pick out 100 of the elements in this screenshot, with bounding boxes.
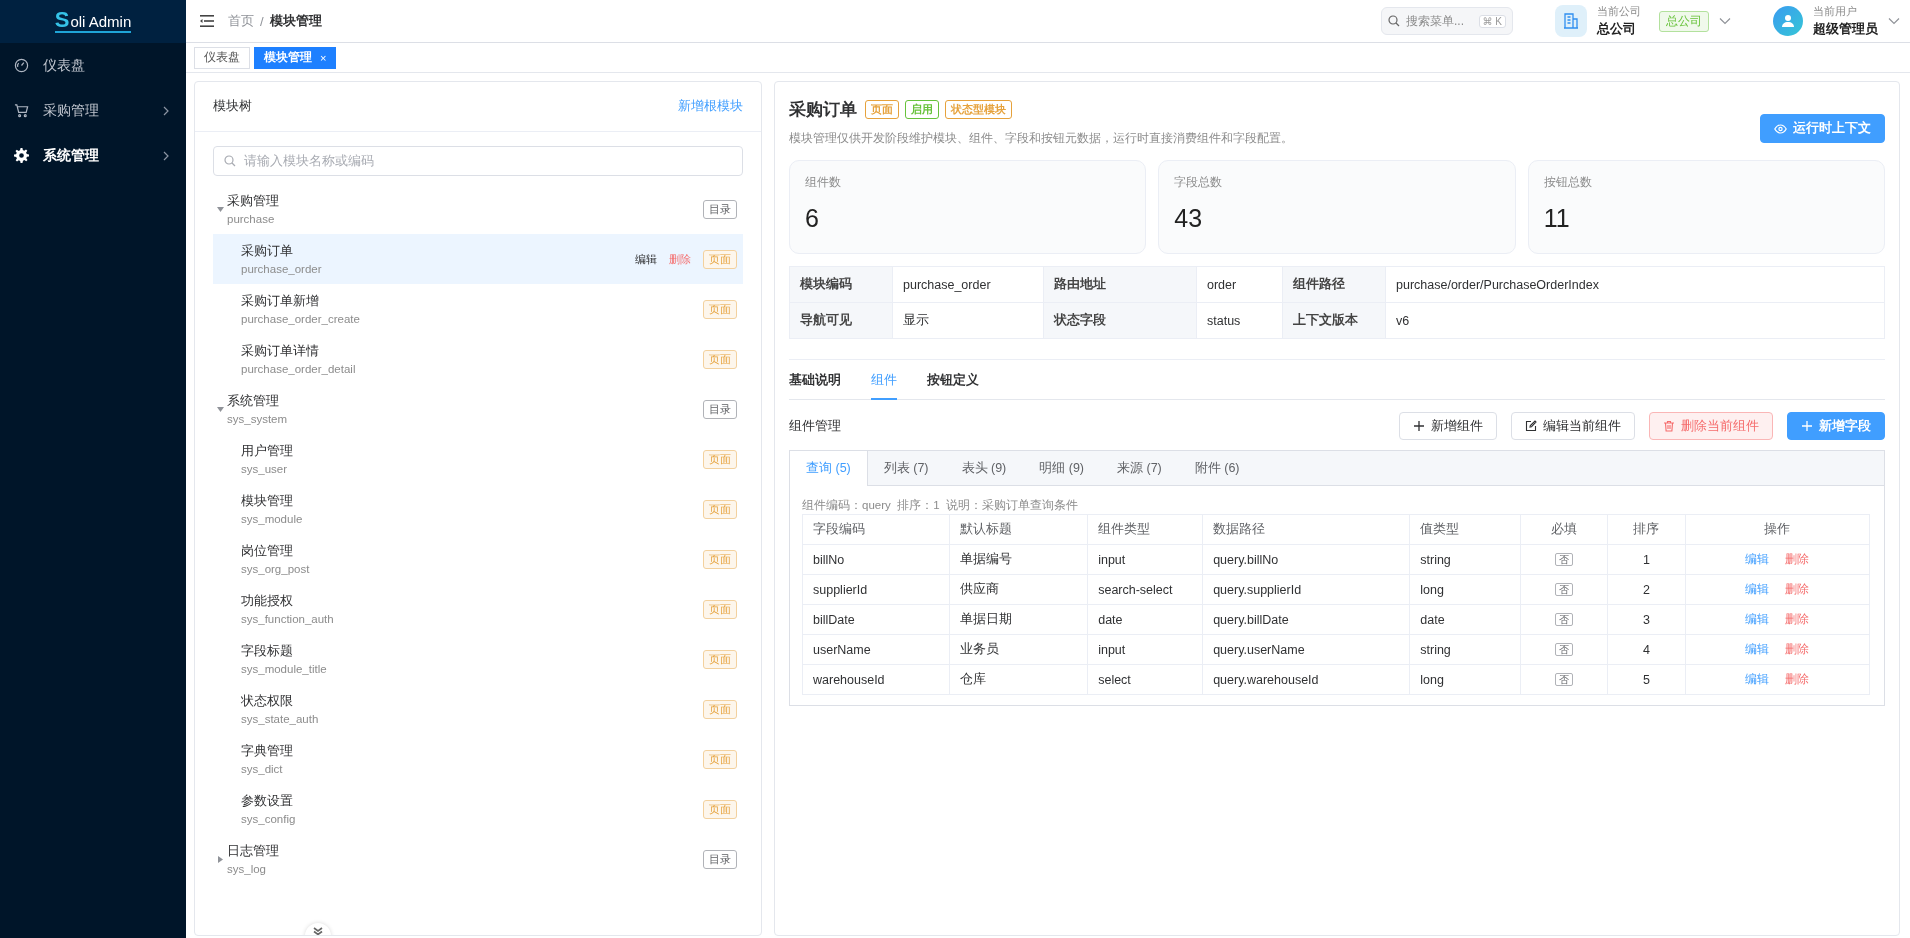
node-name: 采购管理 bbox=[227, 193, 280, 210]
column-header: 数据路径 bbox=[1202, 514, 1410, 545]
company-tag: 总公司 bbox=[1659, 10, 1709, 32]
node-code: sys_config bbox=[241, 813, 297, 825]
tree-action-link[interactable]: 编辑 bbox=[635, 251, 657, 267]
column-header: 默认标题 bbox=[949, 514, 1088, 545]
required-tag: 否 bbox=[1554, 673, 1573, 686]
table-cell: 1 bbox=[1607, 544, 1686, 575]
table-cell: supplierId bbox=[802, 574, 950, 605]
info-value: 显示 bbox=[892, 302, 1044, 339]
node-type-tag: 页面 bbox=[703, 449, 737, 469]
tree-node[interactable]: 日志管理 sys_log 目录 bbox=[213, 834, 743, 884]
node-name: 采购订单 bbox=[241, 243, 294, 260]
node-type-tag: 目录 bbox=[703, 399, 737, 419]
tree-node[interactable]: 字典管理 sys_dict 页面 bbox=[213, 734, 743, 784]
table-cell: 业务员 bbox=[949, 634, 1088, 665]
tree-node[interactable]: 字段标题 sys_module_title 页面 bbox=[213, 634, 743, 684]
table-cell: search-select bbox=[1087, 574, 1203, 605]
tree-node[interactable]: 采购管理 purchase 目录 bbox=[213, 184, 743, 234]
module-title: 采购订单 bbox=[789, 99, 857, 121]
tree-node[interactable]: 岗位管理 sys_org_post 页面 bbox=[213, 534, 743, 584]
toolbar-button[interactable]: 新增组件 bbox=[1399, 412, 1497, 440]
node-type-tag: 页面 bbox=[703, 249, 737, 269]
section-tab[interactable]: 基础说明 bbox=[789, 364, 841, 399]
tree-node[interactable]: 采购订单 purchase_order 编辑 删除 页面 bbox=[213, 234, 743, 284]
table-cell: 单据编号 bbox=[949, 544, 1088, 575]
node-type-tag: 页面 bbox=[703, 499, 737, 519]
close-icon[interactable]: × bbox=[320, 51, 327, 64]
component-tab[interactable]: 来源 (7) bbox=[1101, 451, 1179, 485]
tree-node[interactable]: 采购订单详情 purchase_order_detail 页面 bbox=[213, 334, 743, 384]
node-type-tag: 页面 bbox=[703, 799, 737, 819]
required-tag: 否 bbox=[1554, 553, 1573, 566]
node-code: sys_module bbox=[241, 513, 304, 525]
status-tag: 启用 bbox=[905, 100, 939, 119]
component-tab[interactable]: 附件 (6) bbox=[1178, 451, 1257, 485]
shortcut-key: ⌘ K bbox=[1478, 14, 1506, 28]
section-tab[interactable]: 按钮定义 bbox=[927, 364, 979, 399]
info-value: order bbox=[1196, 266, 1283, 303]
node-name: 状态权限 bbox=[241, 693, 294, 710]
tree-node[interactable]: 功能授权 sys_function_auth 页面 bbox=[213, 584, 743, 634]
component-meta: 组件编码：query 排序：1 说明：采购订单查询条件 bbox=[802, 498, 1079, 513]
table-cell: string bbox=[1409, 634, 1521, 665]
node-name: 系统管理 bbox=[227, 393, 280, 410]
stat-value: 6 bbox=[805, 204, 820, 233]
required-tag: 否 bbox=[1554, 613, 1573, 626]
table-cell: billDate bbox=[802, 604, 950, 635]
table-cell: 5 bbox=[1607, 664, 1686, 695]
column-header: 必填 bbox=[1520, 514, 1608, 545]
search-placeholder: 请输入模块名称或编码 bbox=[244, 152, 374, 170]
menu-item[interactable]: 采购管理 bbox=[0, 88, 186, 133]
node-code: sys_org_post bbox=[241, 563, 311, 575]
node-name: 参数设置 bbox=[241, 793, 294, 810]
required-tag: 否 bbox=[1554, 583, 1573, 596]
node-code: sys_module_title bbox=[241, 663, 328, 675]
section-title: 组件管理 bbox=[789, 417, 842, 435]
column-header: 操作 bbox=[1685, 514, 1870, 545]
info-label: 路由地址 bbox=[1043, 266, 1197, 303]
node-type-tag: 页面 bbox=[703, 599, 737, 619]
info-value: v6 bbox=[1385, 302, 1885, 339]
node-code: sys_log bbox=[227, 863, 267, 875]
menu-item[interactable]: 系统管理 bbox=[0, 133, 186, 178]
tree-node[interactable]: 采购订单新增 purchase_order_create 页面 bbox=[213, 284, 743, 334]
tree-node[interactable]: 用户管理 sys_user 页面 bbox=[213, 434, 743, 484]
column-header: 组件类型 bbox=[1087, 514, 1203, 545]
tree-node[interactable]: 参数设置 sys_config 页面 bbox=[213, 784, 743, 834]
node-name: 用户管理 bbox=[241, 443, 294, 460]
table-cell: query.warehouseId bbox=[1202, 664, 1410, 695]
user-name: 超级管理员 bbox=[1813, 20, 1878, 38]
column-header: 排序 bbox=[1607, 514, 1686, 545]
node-code: purchase_order_create bbox=[241, 313, 361, 325]
node-name: 功能授权 bbox=[241, 593, 294, 610]
component-tab[interactable]: 明细 (9) bbox=[1023, 451, 1101, 485]
tree-node[interactable]: 系统管理 sys_system 目录 bbox=[213, 384, 743, 434]
node-name: 采购订单新增 bbox=[241, 293, 320, 310]
node-type-tag: 页面 bbox=[703, 349, 737, 369]
node-code: purchase_order bbox=[241, 263, 323, 275]
info-value: purchase_order bbox=[892, 266, 1044, 303]
node-type-tag: 页面 bbox=[703, 749, 737, 769]
table-cell: string bbox=[1409, 544, 1521, 575]
component-tab[interactable]: 列表 (7) bbox=[867, 451, 946, 485]
breadcrumb-item[interactable]: 首页 bbox=[228, 12, 254, 30]
node-name: 字段标题 bbox=[241, 643, 294, 660]
toolbar-button[interactable]: 编辑当前组件 bbox=[1511, 412, 1635, 440]
search-field[interactable]: 搜索菜单... ⌘ K bbox=[1381, 7, 1513, 35]
page-tab[interactable]: 模块管理 × bbox=[254, 46, 337, 69]
node-code: sys_system bbox=[227, 413, 289, 425]
tree-node[interactable]: 状态权限 sys_state_auth 页面 bbox=[213, 684, 743, 734]
page-tab[interactable]: 仪表盘 bbox=[194, 46, 250, 69]
table-cell: 供应商 bbox=[949, 574, 1088, 605]
tree-node[interactable]: 模块管理 sys_module 页面 bbox=[213, 484, 743, 534]
node-code: sys_dict bbox=[241, 763, 284, 775]
node-type-tag: 页面 bbox=[703, 549, 737, 569]
node-code: purchase_order_detail bbox=[241, 363, 357, 375]
user-label: 当前用户 bbox=[1813, 4, 1858, 19]
menu-item[interactable]: 仪表盘 bbox=[0, 43, 186, 88]
table-cell: warehouseId bbox=[802, 664, 950, 695]
node-code: purchase bbox=[227, 213, 276, 225]
component-tab[interactable]: 表头 (9) bbox=[945, 451, 1024, 485]
table-cell: select bbox=[1087, 664, 1203, 695]
status-tag: 页面 bbox=[865, 100, 899, 119]
